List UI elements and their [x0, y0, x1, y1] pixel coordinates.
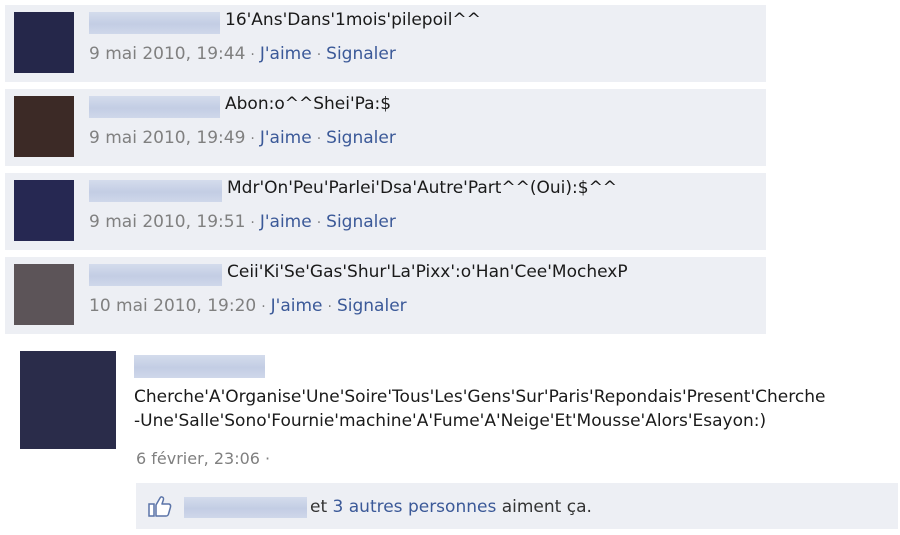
avatar[interactable]: [14, 264, 74, 325]
comment-date[interactable]: 10 mai 2010, 19:20: [89, 296, 256, 316]
like-link[interactable]: J'aime: [260, 44, 312, 64]
separator: ·: [316, 131, 322, 147]
separator: ·: [250, 215, 255, 231]
likes-suffix: aiment ça.: [501, 497, 592, 517]
comment-item: Ceii'Ki'Se'Gas'Shur'La'Pixx':o'Han'Cee'M…: [5, 257, 766, 334]
comment-date[interactable]: 9 mai 2010, 19:49: [89, 128, 245, 148]
comment-date[interactable]: 9 mai 2010, 19:44: [89, 44, 245, 64]
report-link[interactable]: Signaler: [326, 128, 396, 148]
comment-item: 16'Ans'Dans'1mois'pilepoil^^ 9 mai 2010,…: [5, 5, 766, 82]
comment-meta: 9 mai 2010, 19:44 · J'aime · Signaler: [89, 44, 396, 64]
post-text-line: -Une'Salle'Sono'Fournie'machine'A'Fume'A…: [134, 411, 767, 431]
like-link[interactable]: J'aime: [271, 296, 323, 316]
thumbs-up-icon[interactable]: [148, 495, 172, 517]
others-link[interactable]: 3 autres personnes: [333, 497, 497, 517]
comment-item: Abon:o^^Shei'Pa:$ 9 mai 2010, 19:49 · J'ai…: [5, 89, 766, 166]
post-meta: 6 février, 23:06 ·: [136, 449, 270, 468]
avatar[interactable]: [14, 96, 74, 157]
separator: ·: [265, 449, 271, 468]
separator: ·: [316, 215, 322, 231]
commenter-name-redacted[interactable]: [89, 12, 220, 34]
commenter-name-redacted[interactable]: [89, 180, 222, 202]
comment-meta: 9 mai 2010, 19:51 · J'aime · Signaler: [89, 212, 396, 232]
report-link[interactable]: Signaler: [326, 44, 396, 64]
report-link[interactable]: Signaler: [326, 212, 396, 232]
comment-text: Abon:o^^Shei'Pa:$: [225, 94, 392, 114]
separator: ·: [261, 299, 266, 315]
post-avatar[interactable]: [20, 351, 116, 449]
liker-name-redacted[interactable]: [184, 497, 307, 518]
avatar[interactable]: [14, 180, 74, 241]
likes-conjunction: et: [310, 497, 328, 517]
commenter-name-redacted[interactable]: [89, 264, 222, 286]
comment-text: Mdr'On'Peu'Parlei'Dsa'Autre'Part^^(Oui):…: [227, 178, 618, 198]
like-link[interactable]: J'aime: [260, 128, 312, 148]
likes-summary: et 3 autres personnes aiment ça.: [310, 497, 592, 517]
comment-text: Ceii'Ki'Se'Gas'Shur'La'Pixx':o'Han'Cee'M…: [227, 262, 628, 282]
poster-name-redacted[interactable]: [134, 355, 265, 378]
post-date[interactable]: 6 février, 23:06: [136, 449, 260, 468]
comment-meta: 10 mai 2010, 19:20 · J'aime · Signaler: [89, 296, 407, 316]
post-text: Cherche'A'Organise'Une'Soire'Tous'Les'Ge…: [134, 385, 825, 433]
comment-meta: 9 mai 2010, 19:49 · J'aime · Signaler: [89, 128, 396, 148]
comment-text: 16'Ans'Dans'1mois'pilepoil^^: [225, 10, 481, 30]
comment-item: Mdr'On'Peu'Parlei'Dsa'Autre'Part^^(Oui):…: [5, 173, 766, 250]
comment-date[interactable]: 9 mai 2010, 19:51: [89, 212, 245, 232]
separator: ·: [327, 299, 332, 315]
post-text-line: Cherche'A'Organise'Une'Soire'Tous'Les'Ge…: [134, 387, 826, 407]
separator: ·: [316, 47, 322, 63]
like-link[interactable]: J'aime: [260, 212, 312, 232]
report-link[interactable]: Signaler: [337, 296, 407, 316]
separator: ·: [250, 131, 255, 147]
likes-bar: et 3 autres personnes aiment ça.: [136, 483, 898, 529]
separator: ·: [250, 47, 255, 63]
commenter-name-redacted[interactable]: [89, 96, 220, 118]
avatar[interactable]: [14, 12, 74, 73]
